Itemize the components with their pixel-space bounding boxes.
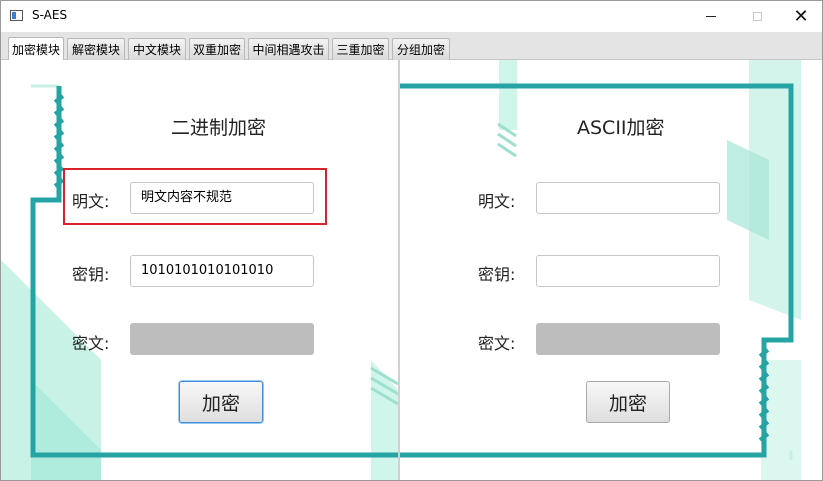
panel-divider bbox=[398, 60, 400, 480]
ascii-ciphertext-label: 密文: bbox=[478, 334, 516, 353]
tab-block-encryption[interactable]: 分组加密 bbox=[392, 38, 450, 60]
binary-encryption-heading: 二进制加密 bbox=[171, 117, 267, 139]
window-title: S-AES bbox=[32, 8, 68, 22]
binary-key-input[interactable]: 1010101010101010 bbox=[130, 255, 314, 287]
title-bar: S-AES ✕ bbox=[1, 1, 822, 32]
ascii-key-label: 密钥: bbox=[478, 265, 516, 284]
maximize-button[interactable] bbox=[734, 1, 780, 32]
ascii-encryption-heading: ASCII加密 bbox=[577, 117, 665, 139]
tab-meet-in-middle-attack[interactable]: 中间相遇攻击 bbox=[248, 38, 329, 60]
tab-triple-encryption[interactable]: 三重加密 bbox=[332, 38, 389, 60]
tab-chinese-module[interactable]: 中文模块 bbox=[128, 38, 186, 60]
binary-key-label: 密钥: bbox=[72, 265, 110, 284]
binary-ciphertext-label: 密文: bbox=[72, 334, 110, 353]
tab-encrypt-module[interactable]: 加密模块 bbox=[8, 37, 64, 61]
close-button[interactable]: ✕ bbox=[778, 1, 822, 32]
tab-decrypt-module[interactable]: 解密模块 bbox=[67, 38, 125, 60]
ascii-plaintext-input[interactable] bbox=[536, 182, 720, 214]
tab-double-encryption[interactable]: 双重加密 bbox=[189, 38, 245, 60]
minimize-icon bbox=[706, 16, 716, 17]
ascii-plaintext-label: 明文: bbox=[478, 192, 516, 211]
close-icon: ✕ bbox=[793, 6, 809, 27]
app-icon bbox=[10, 10, 23, 21]
ascii-key-input[interactable] bbox=[536, 255, 720, 287]
maximize-icon bbox=[752, 12, 762, 21]
tab-bar: 加密模块 解密模块 中文模块 双重加密 中间相遇攻击 三重加密 分组加密 bbox=[1, 32, 822, 61]
tab-content: 二进制加密 明文: 明文内容不规范 密钥: 1010101010101010 密… bbox=[1, 60, 822, 480]
app-window: S-AES ✕ 加密模块 解密模块 中文模块 双重加密 中间相遇攻击 三重加密 … bbox=[0, 0, 823, 481]
ascii-ciphertext-output bbox=[536, 323, 720, 355]
binary-encrypt-button[interactable]: 加密 bbox=[179, 381, 263, 423]
binary-ciphertext-output bbox=[130, 323, 314, 355]
ascii-encrypt-button[interactable]: 加密 bbox=[586, 381, 670, 423]
plaintext-highlight-box bbox=[63, 168, 327, 225]
minimize-button[interactable] bbox=[688, 1, 734, 32]
